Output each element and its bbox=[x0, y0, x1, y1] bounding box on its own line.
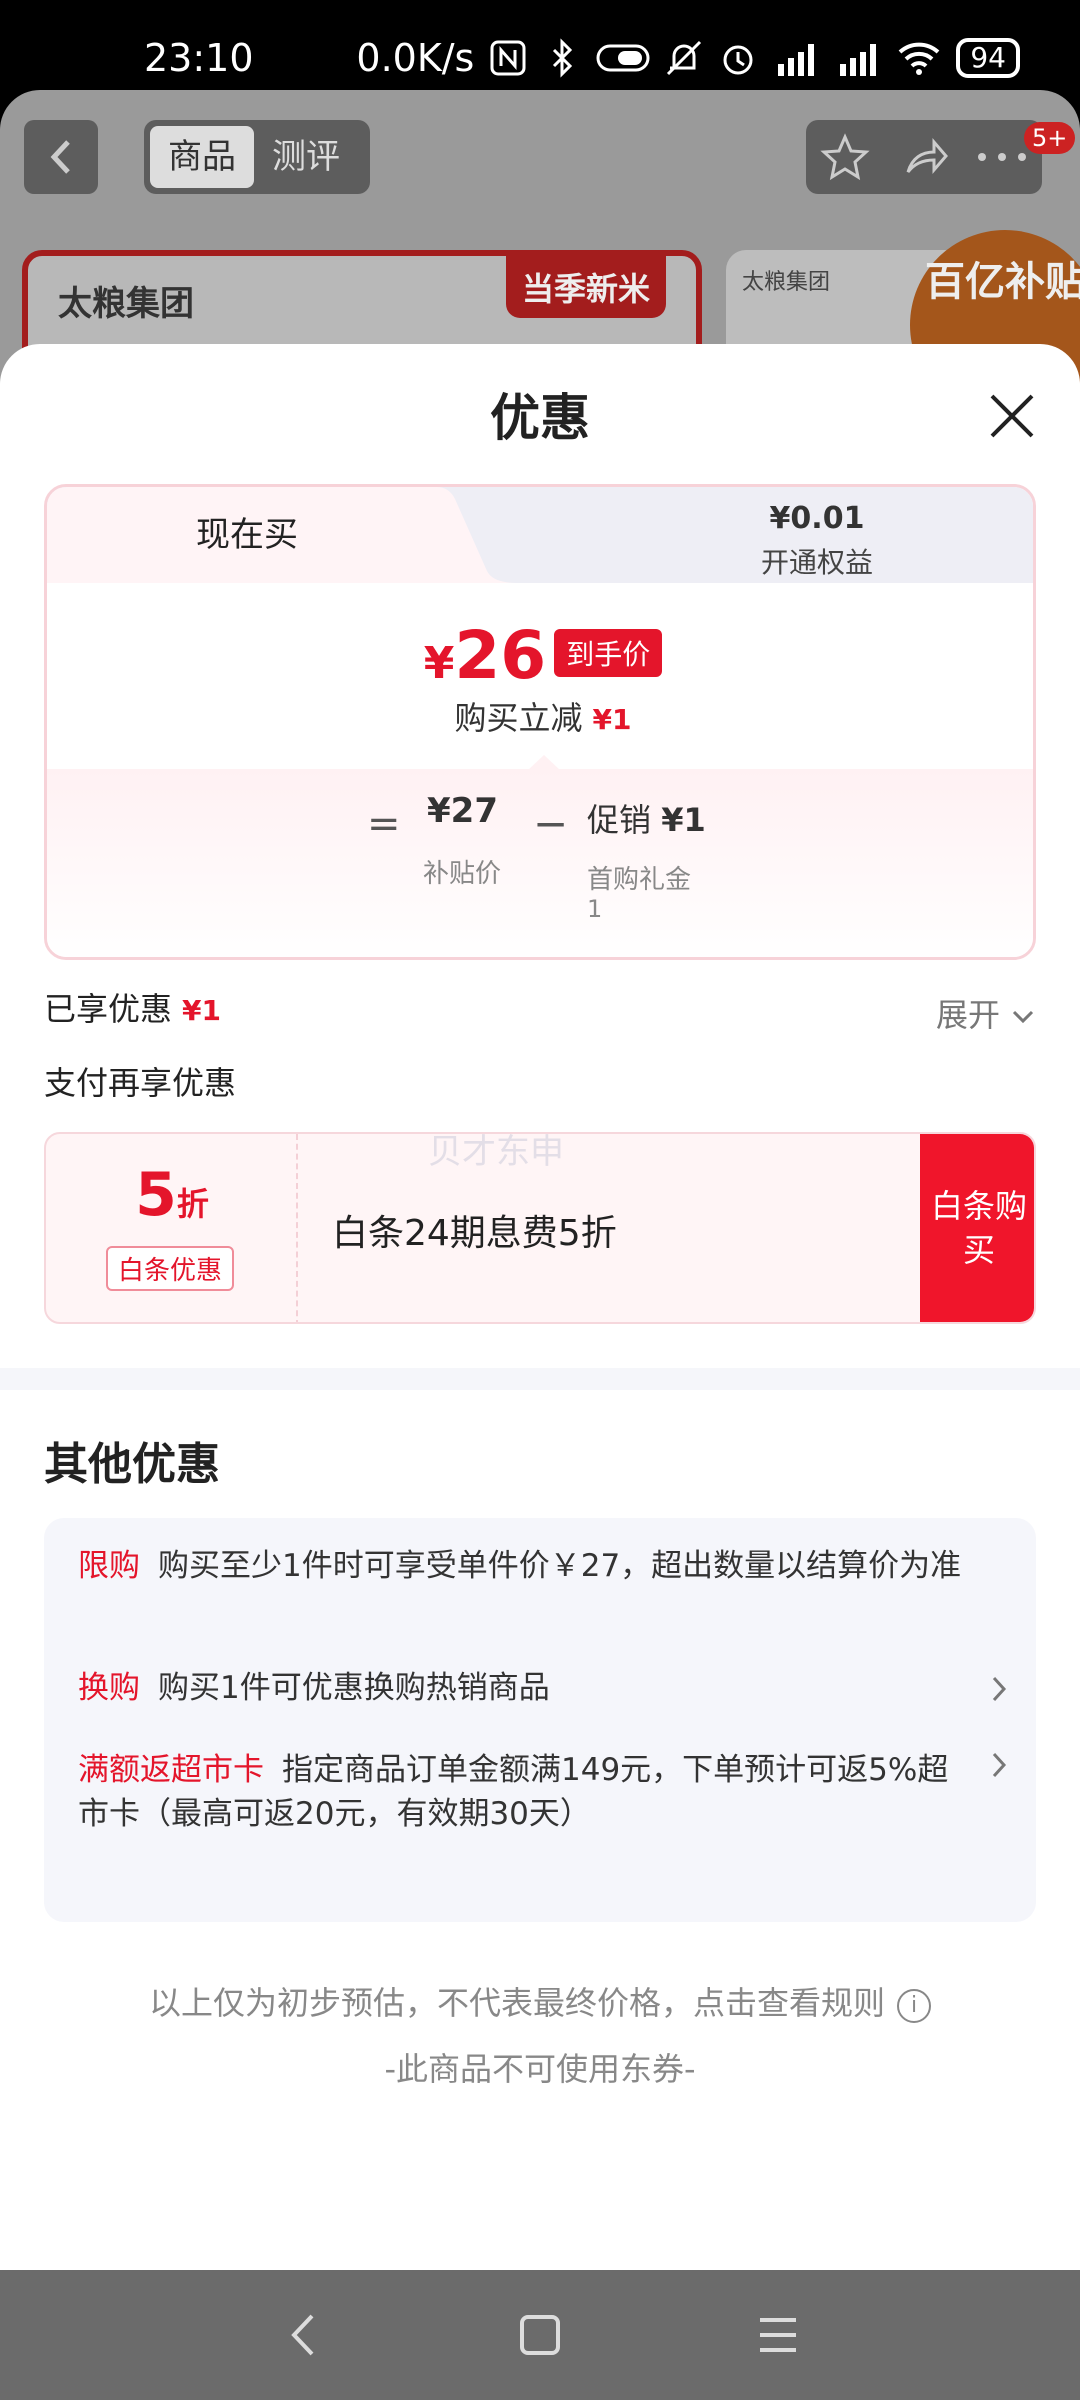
list-item[interactable]: 换购 购买1件可优惠换购热销商品 bbox=[78, 1666, 978, 1710]
baitiao-description: 白条24期息费5折 bbox=[332, 1213, 617, 1254]
share-icon[interactable] bbox=[900, 132, 950, 182]
status-time: 23:10 bbox=[144, 36, 254, 80]
pointer-triangle bbox=[527, 755, 561, 771]
offer-key: 换购 bbox=[78, 1670, 140, 1706]
discount-unit: 折 bbox=[176, 1185, 209, 1223]
sheet-title: 优惠 bbox=[490, 389, 590, 447]
baitiao-tag: 白条优惠 bbox=[106, 1246, 235, 1291]
price-formula: = ¥27 补贴价 − 促销 ¥1 首购礼金 1 bbox=[47, 755, 1033, 957]
footnote-text: 以上仅为初步预估，不代表最终价格，点击查看规则 bbox=[148, 1984, 885, 2022]
promo-amount: ¥1 bbox=[661, 801, 706, 839]
battery-indicator: 94 bbox=[956, 38, 1020, 78]
promo-prefix: 促销 bbox=[587, 801, 652, 839]
final-price-currency: ¥ bbox=[423, 638, 455, 689]
alarm-icon bbox=[723, 45, 753, 75]
hd-signal-icon bbox=[778, 44, 815, 76]
season-tag: 当季新米 bbox=[505, 256, 666, 318]
member-label[interactable]: 开通权益 bbox=[647, 541, 987, 581]
instant-reduce-value: ¥1 bbox=[592, 703, 632, 736]
equals-sign: = bbox=[367, 801, 401, 847]
offer-text: 购买至少1件时可享受单件价￥27，超出数量以结算价为准 bbox=[158, 1548, 962, 1584]
baitiao-buy-button[interactable]: 白条购买 bbox=[920, 1134, 1034, 1322]
rules-link[interactable]: 以上仅为初步预估，不代表最终价格，点击查看规则 i bbox=[0, 1978, 1080, 2024]
bluetooth-icon bbox=[553, 38, 573, 78]
watermark-text: 贝才东申 bbox=[428, 1132, 564, 1172]
chevron-right-icon[interactable] bbox=[984, 1750, 1014, 1780]
wifi-icon bbox=[899, 42, 940, 75]
baitiao-discount-col: 5折 白条优惠 bbox=[46, 1134, 298, 1322]
product-review-switch: 商品 测评 bbox=[144, 120, 370, 194]
nfc-icon bbox=[490, 40, 526, 76]
brand-logo: 太粮集团 bbox=[58, 284, 194, 324]
tab-product[interactable]: 商品 bbox=[150, 126, 254, 188]
minus-sign: − bbox=[533, 799, 569, 848]
back-nav-icon[interactable] bbox=[284, 2310, 324, 2360]
price-breakdown-box: 现在买 ¥0.01 开通权益 ¥26 到手价 购买立减 ¥1 = ¥27 补贴价 −… bbox=[44, 484, 1036, 960]
offer-text: 购买1件可优惠换购热销商品 bbox=[158, 1670, 550, 1706]
status-icons: 0.0K/s 94 bbox=[356, 36, 1020, 80]
close-icon[interactable] bbox=[984, 388, 1040, 444]
subsidy-price-label: 补贴价 bbox=[423, 859, 502, 889]
info-icon[interactable]: i bbox=[897, 1989, 931, 2023]
expand-toggle[interactable]: 展开 bbox=[936, 990, 1036, 1036]
mute-icon bbox=[667, 40, 702, 76]
discount-number: 5 bbox=[135, 1160, 177, 1230]
enjoyed-value: ¥1 bbox=[182, 994, 221, 1027]
enjoyed-label: 已享优惠 bbox=[44, 990, 173, 1028]
more-icon[interactable] bbox=[974, 150, 1030, 164]
promo-value: 促销 ¥1 bbox=[587, 795, 706, 841]
list-item: 限购 购买至少1件时可享受单件价￥27，超出数量以结算价为准 bbox=[78, 1544, 978, 1588]
member-price: ¥0.01 bbox=[769, 501, 865, 536]
chevron-right-icon[interactable] bbox=[984, 1674, 1014, 1704]
final-price-tag: 到手价 bbox=[554, 629, 663, 677]
top-actions bbox=[806, 120, 1042, 194]
list-item[interactable]: 满额返超市卡 指定商品订单金额满149元，下单预计可返5%超市卡（最高可返20元，… bbox=[78, 1748, 968, 1836]
chevron-left-icon bbox=[50, 140, 70, 174]
pay-extra-heading: 支付再享优惠 bbox=[44, 1064, 237, 1102]
star-icon[interactable] bbox=[820, 132, 870, 182]
promo-count: 1 bbox=[587, 895, 603, 923]
expand-label: 展开 bbox=[936, 996, 1001, 1034]
instant-reduce-label: 购买立减 bbox=[454, 699, 583, 737]
final-price: ¥26 到手价 bbox=[47, 617, 1033, 694]
recents-nav-icon[interactable] bbox=[756, 2310, 800, 2360]
coupon-note: -此商品不可使用东券- bbox=[384, 2050, 696, 2088]
promo-label: 首购礼金 bbox=[587, 865, 692, 895]
tab-now-label[interactable]: 现在买 bbox=[47, 487, 447, 583]
subsidy-price-value: ¥27 bbox=[427, 791, 498, 831]
offer-key: 满额返超市卡 bbox=[78, 1752, 264, 1788]
chevron-down-icon bbox=[1013, 1010, 1034, 1024]
instant-reduce: 购买立减 ¥1 bbox=[47, 693, 1033, 739]
toggle-icon bbox=[596, 44, 650, 72]
system-nav-bar bbox=[0, 2270, 1080, 2400]
price-tabs: 现在买 ¥0.01 开通权益 bbox=[47, 487, 1033, 583]
baitiao-discount: 5折 bbox=[46, 1160, 298, 1230]
message-badge: 5+ bbox=[1024, 122, 1076, 154]
brand-logo-2: 太粮集团 bbox=[742, 270, 831, 295]
tab-review[interactable]: 测评 bbox=[272, 126, 340, 188]
discount-sheet: 优惠 现在买 ¥0.01 开通权益 ¥26 到手价 购买立减 ¥1 = ¥27 补贴… bbox=[0, 344, 1080, 2270]
hd-signal-icon-2 bbox=[840, 44, 877, 76]
net-speed: 0.0K/s bbox=[356, 36, 475, 80]
section-divider bbox=[0, 1368, 1080, 1390]
other-offers-title: 其他优惠 bbox=[44, 1439, 220, 1490]
back-button[interactable] bbox=[24, 120, 98, 194]
other-offers-list: 限购 购买至少1件时可享受单件价￥27，超出数量以结算价为准 换购 购买1件可优惠换… bbox=[44, 1518, 1036, 1922]
enjoyed-discount: 已享优惠 ¥1 bbox=[44, 984, 221, 1030]
home-nav-icon[interactable] bbox=[518, 2310, 562, 2360]
final-price-amount: 26 bbox=[454, 617, 547, 694]
offer-key: 限购 bbox=[78, 1548, 140, 1584]
